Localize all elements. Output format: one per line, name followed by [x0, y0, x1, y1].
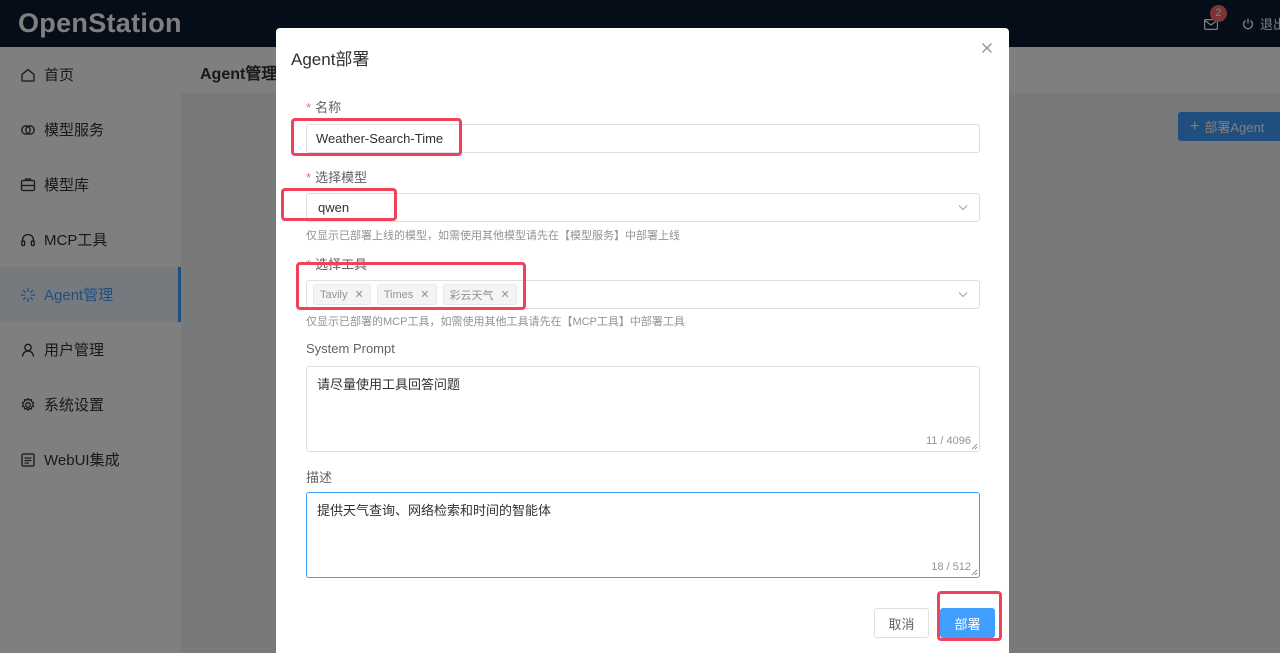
required-mark: * — [306, 257, 312, 272]
description-textarea[interactable]: 提供天气查询、网络检索和时间的智能体 18 / 512 — [306, 492, 980, 578]
name-value: Weather-Search-Time — [316, 131, 444, 146]
required-mark: * — [306, 170, 312, 185]
dialog-title: Agent部署 — [291, 50, 370, 69]
system-prompt-textarea[interactable]: 请尽量使用工具回答问题 11 / 4096 — [306, 366, 980, 452]
model-label: * 选择模型 — [306, 170, 368, 185]
close-icon[interactable]: ✕ — [355, 288, 364, 301]
close-icon[interactable]: ✕ — [420, 288, 429, 301]
tools-label: * 选择工具 — [306, 257, 368, 272]
chevron-down-icon — [958, 205, 968, 211]
close-icon[interactable] — [980, 41, 994, 55]
character-counter: 11 / 4096 — [925, 435, 971, 447]
system-prompt-value: 请尽量使用工具回答问题 — [317, 377, 461, 392]
close-icon[interactable]: ✕ — [501, 288, 510, 301]
required-mark: * — [306, 100, 312, 115]
model-hint: 仅显示已部署上线的模型，如需使用其他模型请先在【模型服务】中部署上线 — [306, 230, 680, 242]
tools-hint: 仅显示已部署的MCP工具，如需使用其他工具请先在【MCP工具】中部署工具 — [306, 316, 685, 328]
resize-handle-icon[interactable] — [970, 568, 978, 576]
agent-deploy-dialog: Agent部署 * 名称 Weather-Search-Time * 选择模型 qw… — [276, 28, 1009, 653]
tool-tag: Times ✕ — [376, 284, 437, 305]
description-label: 描述 — [306, 470, 333, 485]
resize-handle-icon[interactable] — [970, 442, 978, 450]
cancel-button[interactable]: 取消 — [874, 608, 929, 638]
deploy-button[interactable]: 部署 — [940, 608, 995, 638]
tools-select[interactable]: Tavily ✕ Times ✕ 彩云天气 ✕ — [306, 280, 980, 309]
name-input[interactable]: Weather-Search-Time — [306, 124, 980, 153]
system-prompt-label: System Prompt — [306, 341, 395, 356]
tool-tag: Tavily ✕ — [313, 284, 371, 305]
model-value: qwen — [318, 200, 350, 215]
character-counter: 18 / 512 — [931, 561, 971, 573]
name-label: * 名称 — [306, 100, 342, 115]
tool-tag: 彩云天气 ✕ — [442, 284, 517, 305]
description-value: 提供天气查询、网络检索和时间的智能体 — [317, 503, 552, 518]
model-select[interactable]: qwen — [306, 193, 980, 222]
chevron-down-icon — [958, 292, 968, 298]
